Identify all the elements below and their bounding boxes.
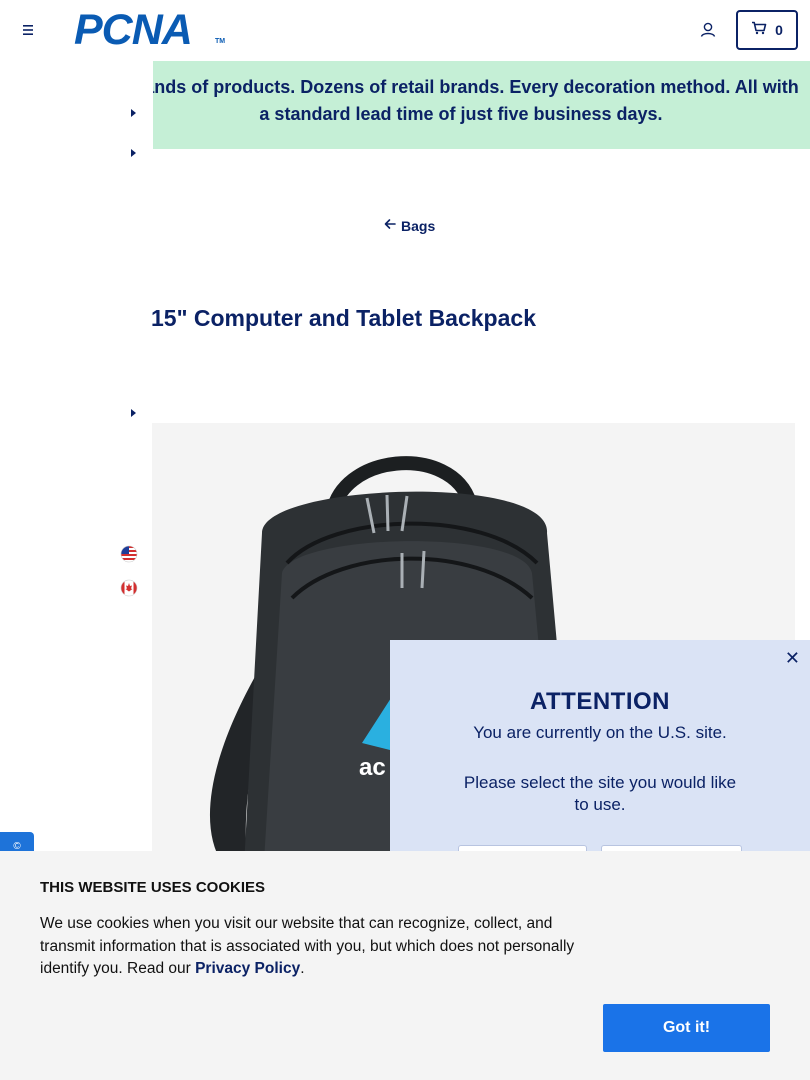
logo-trademark: TM bbox=[215, 38, 226, 45]
site-header: PCNA TM 0 bbox=[0, 0, 810, 61]
banner-text: usands of products. Dozens of retail bra… bbox=[153, 77, 799, 124]
product-title: 15" Computer and Tablet Backpack bbox=[151, 305, 536, 331]
modal-prompt: Please select the site you would like to… bbox=[463, 773, 737, 814]
product-imprint-logo: ac bbox=[359, 754, 386, 781]
cookie-period: . bbox=[300, 960, 305, 977]
user-icon[interactable] bbox=[697, 19, 719, 41]
caret-right-icon[interactable] bbox=[128, 146, 138, 158]
back-to-category-link[interactable]: Bags bbox=[383, 217, 435, 234]
logo-text: PCNA bbox=[74, 6, 193, 54]
cart-button[interactable]: 0 bbox=[736, 10, 798, 50]
pcna-logo[interactable]: PCNA TM bbox=[74, 8, 226, 52]
site-select-modal: ✕ ATTENTION You are currently on the U.S… bbox=[390, 640, 810, 875]
privacy-policy-link[interactable]: Privacy Policy bbox=[195, 960, 300, 977]
cart-count: 0 bbox=[775, 22, 783, 38]
back-link-label: Bags bbox=[401, 217, 436, 234]
close-icon[interactable]: ✕ bbox=[785, 648, 800, 669]
modal-message: You are currently on the U.S. site. bbox=[473, 723, 727, 742]
cookie-title: THIS WEBSITE USES COOKIES bbox=[40, 879, 266, 896]
cookie-body: We use cookies when you visit our websit… bbox=[40, 915, 575, 977]
cookie-text: We use cookies when you visit our websit… bbox=[40, 913, 600, 981]
caret-right-icon[interactable] bbox=[128, 406, 138, 418]
canada-flag-icon[interactable] bbox=[120, 579, 138, 597]
caret-right-icon[interactable] bbox=[128, 106, 138, 118]
accept-cookies-button[interactable]: Got it! bbox=[603, 1004, 770, 1052]
cart-icon bbox=[751, 21, 767, 40]
arrow-left-icon bbox=[383, 217, 397, 234]
cookie-banner: THIS WEBSITE USES COOKIES We use cookies… bbox=[0, 851, 810, 1080]
hamburger-menu-icon[interactable] bbox=[18, 20, 38, 40]
us-flag-icon[interactable] bbox=[120, 545, 138, 563]
modal-title: ATTENTION bbox=[529, 688, 671, 715]
promo-banner: usands of products. Dozens of retail bra… bbox=[153, 61, 810, 149]
